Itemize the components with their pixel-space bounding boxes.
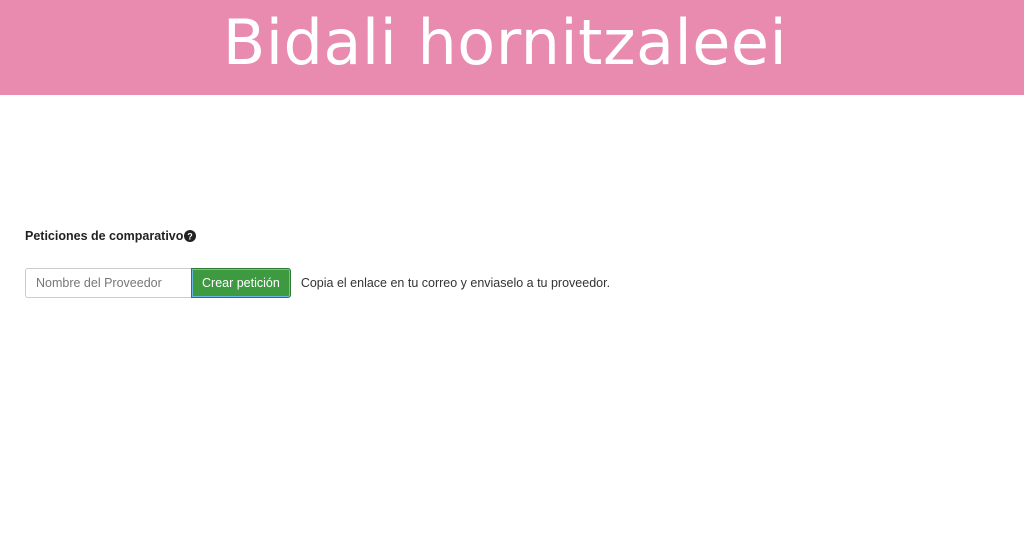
vendor-name-input[interactable] xyxy=(25,268,191,298)
hint-text: Copia el enlace en tu correo y enviaselo… xyxy=(300,276,611,290)
svg-text:?: ? xyxy=(188,231,194,241)
section-title: Peticiones de comparativo ? xyxy=(25,229,197,243)
question-circle-icon[interactable]: ? xyxy=(184,230,197,242)
section-title-label: Peticiones de comparativo xyxy=(25,229,184,243)
banner-title: Bidali hornitzaleei xyxy=(222,6,788,79)
request-form: Crear petición Copia el enlace en tu cor… xyxy=(25,268,610,298)
header-banner: Bidali hornitzaleei xyxy=(0,0,1024,95)
create-request-button[interactable]: Crear petición xyxy=(191,268,291,298)
